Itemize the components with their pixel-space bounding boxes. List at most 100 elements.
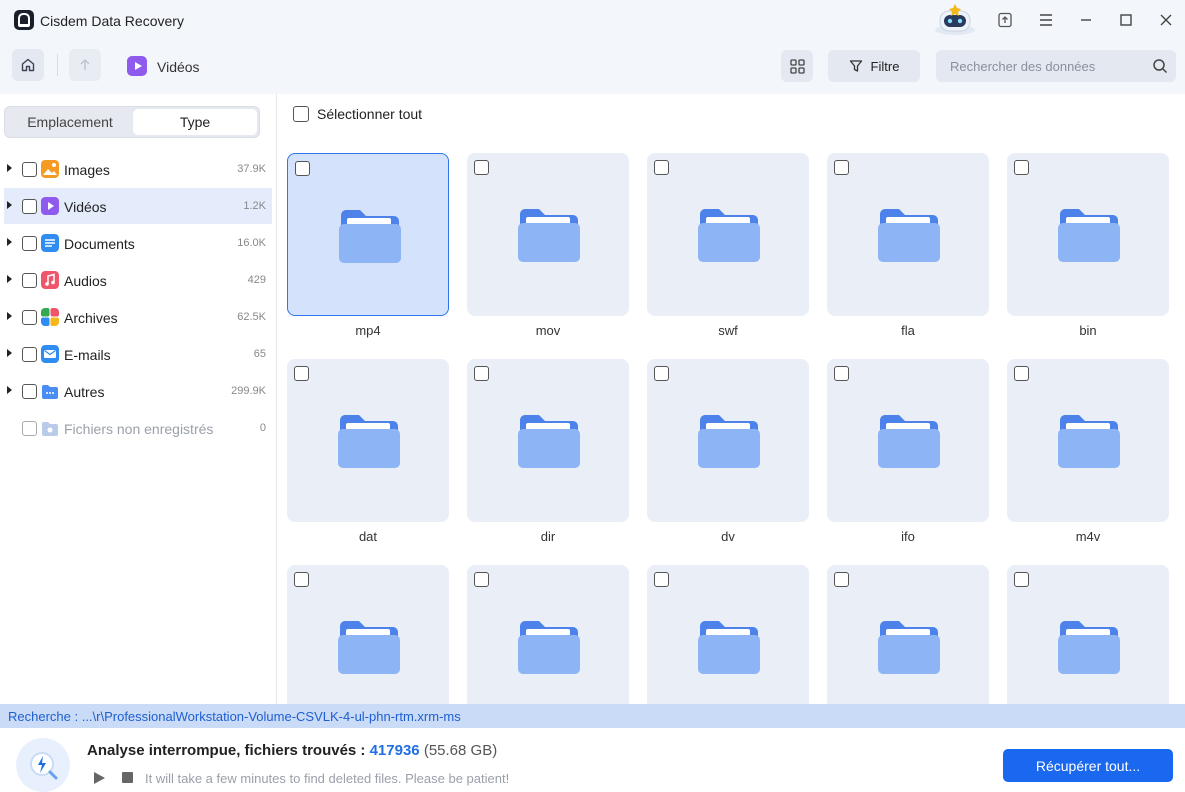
folder-checkbox[interactable]	[834, 572, 849, 587]
folder-checkbox[interactable]	[294, 572, 309, 587]
folder-checkbox[interactable]	[474, 366, 489, 381]
expand-caret-icon[interactable]	[7, 386, 12, 394]
folder-card[interactable]	[467, 153, 629, 316]
toolbar: Vidéos Filtre	[0, 40, 1185, 94]
folder-icon	[698, 415, 760, 468]
folder-checkbox[interactable]	[294, 366, 309, 381]
folder-card[interactable]	[827, 359, 989, 522]
folder-card[interactable]	[287, 359, 449, 522]
folder-card[interactable]	[827, 153, 989, 316]
folder-icon	[518, 209, 580, 262]
folder-checkbox[interactable]	[834, 366, 849, 381]
search-icon[interactable]	[1152, 58, 1168, 74]
folder-card[interactable]	[647, 565, 809, 704]
folder-card[interactable]	[467, 565, 629, 704]
folder-card[interactable]	[827, 565, 989, 704]
checkbox[interactable]	[22, 310, 37, 325]
expand-caret-icon[interactable]	[7, 349, 12, 357]
folder-checkbox[interactable]	[1014, 366, 1029, 381]
folder-icon	[878, 621, 940, 674]
maximize-icon[interactable]	[1114, 8, 1138, 32]
sidebar-item-others[interactable]: Autres 299.9K	[4, 373, 272, 409]
status-panel: Analyse interrompue, fichiers trouvés : …	[0, 728, 1185, 792]
sidebar-item-archives[interactable]: Archives 62.5K	[4, 299, 272, 335]
minimize-icon[interactable]	[1074, 8, 1098, 32]
folder-checkbox[interactable]	[654, 366, 669, 381]
sidebar-item-emails[interactable]: E-mails 65	[4, 336, 272, 372]
up-button[interactable]	[69, 49, 101, 81]
videos-icon	[127, 56, 147, 76]
folder-checkbox[interactable]	[1014, 572, 1029, 587]
sidebar-item-images[interactable]: Images 37.9K	[4, 151, 272, 187]
folder-card[interactable]	[287, 153, 449, 316]
upload-icon[interactable]	[993, 8, 1017, 32]
folder-checkbox[interactable]	[654, 160, 669, 175]
tab-emplacement[interactable]: Emplacement	[7, 109, 133, 135]
search-input[interactable]	[936, 50, 1176, 82]
sidebar-item-audios[interactable]: Audios 429	[4, 262, 272, 298]
sidebar-item-unsaved-files[interactable]: Fichiers non enregistrés 0	[4, 410, 272, 446]
expand-caret-icon[interactable]	[7, 201, 12, 209]
home-button[interactable]	[12, 49, 44, 81]
emails-icon	[41, 345, 59, 363]
select-all-label: Sélectionner tout	[317, 106, 423, 122]
sidebar-item-label: Images	[64, 162, 110, 178]
checkbox[interactable]	[22, 421, 37, 436]
checkbox[interactable]	[22, 162, 37, 177]
item-count: 429	[247, 274, 266, 286]
folder-label: dv	[721, 529, 735, 544]
item-count: 65	[253, 348, 266, 360]
select-all-checkbox[interactable]	[293, 106, 309, 122]
expand-caret-icon[interactable]	[7, 312, 12, 320]
folder-card[interactable]	[647, 153, 809, 316]
expand-caret-icon[interactable]	[7, 164, 12, 172]
folder-checkbox[interactable]	[834, 160, 849, 175]
unsaved-files-icon	[42, 422, 58, 436]
folder-checkbox[interactable]	[654, 572, 669, 587]
sidebar-item-videos[interactable]: Vidéos 1.2K	[4, 188, 272, 224]
home-icon	[21, 58, 35, 72]
total-size: (55.68 GB)	[419, 742, 498, 759]
sidebar-item-documents[interactable]: Documents 16.0K	[4, 225, 272, 261]
folder-checkbox[interactable]	[1014, 160, 1029, 175]
folder-card[interactable]	[1007, 565, 1169, 704]
app-window: Cisdem Data Recovery Vidéos Filtre Reche…	[0, 0, 1185, 792]
checkbox[interactable]	[22, 273, 37, 288]
folder-card[interactable]	[1007, 359, 1169, 522]
audios-icon	[41, 271, 59, 289]
sidebar-item-label: Documents	[64, 236, 135, 252]
checkbox[interactable]	[22, 347, 37, 362]
folder-card[interactable]	[1007, 153, 1169, 316]
recover-all-button[interactable]: Récupérer tout...	[1003, 749, 1173, 782]
checkbox[interactable]	[22, 384, 37, 399]
tab-type[interactable]: Type	[133, 109, 257, 135]
expand-caret-icon[interactable]	[7, 275, 12, 283]
resume-scan-button[interactable]	[94, 772, 105, 784]
folder-card[interactable]	[647, 359, 809, 522]
videos-icon	[41, 197, 59, 215]
filter-button[interactable]: Filtre	[828, 50, 920, 82]
folder-card[interactable]	[467, 359, 629, 522]
robot-assistant-icon[interactable]	[933, 2, 977, 36]
select-all[interactable]: Sélectionner tout	[293, 106, 422, 122]
folder-checkbox[interactable]	[474, 160, 489, 175]
status-message: Analyse interrompue, fichiers trouvés :	[87, 742, 370, 759]
breadcrumb: Vidéos	[157, 59, 200, 75]
close-icon[interactable]	[1154, 8, 1178, 32]
scan-status: Analyse interrompue, fichiers trouvés : …	[87, 742, 497, 759]
sidebar: Emplacement Type Images 37.9K Vidéos 1.2…	[0, 94, 277, 704]
menu-icon[interactable]	[1034, 8, 1058, 32]
folder-icon	[338, 415, 400, 468]
expand-caret-icon[interactable]	[7, 238, 12, 246]
folder-checkbox[interactable]	[295, 161, 310, 176]
grid-view-button[interactable]	[781, 50, 813, 82]
archives-icon	[41, 308, 59, 326]
images-icon	[41, 160, 59, 178]
checkbox[interactable]	[22, 236, 37, 251]
checkbox[interactable]	[22, 199, 37, 214]
folder-checkbox[interactable]	[474, 572, 489, 587]
folder-card[interactable]	[287, 565, 449, 704]
scan-path-bar: Recherche : ...\r\ProfessionalWorkstatio…	[0, 704, 1185, 728]
sidebar-item-label: Vidéos	[64, 199, 107, 215]
stop-scan-button[interactable]	[122, 772, 133, 783]
